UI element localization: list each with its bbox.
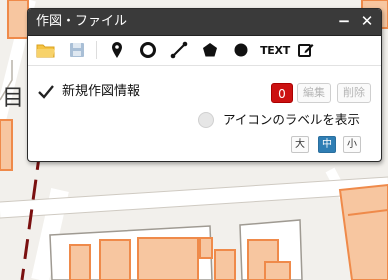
pentagon-icon xyxy=(203,43,217,57)
map-pin-icon xyxy=(112,42,122,58)
size-large-button[interactable]: 大 xyxy=(291,136,309,153)
svg-text:目: 目 xyxy=(2,86,24,111)
drawing-file-window: 作図・ファイル − ✕ TEXT 新規作図情報 0 編集 削除 アイコンのラベル… xyxy=(27,8,382,162)
text-tool-button[interactable]: TEXT xyxy=(259,38,291,62)
window-titlebar[interactable]: 作図・ファイル − ✕ xyxy=(28,9,381,36)
line-tool-button[interactable] xyxy=(167,38,191,62)
polygon-tool-button[interactable] xyxy=(198,38,222,62)
checkmark-icon[interactable] xyxy=(37,83,55,101)
text-tool-label: TEXT xyxy=(260,43,290,57)
folder-icon xyxy=(36,44,55,58)
size-medium-button[interactable]: 中 xyxy=(318,136,336,153)
drawing-toolbar: TEXT xyxy=(28,36,381,66)
toolbar-separator xyxy=(96,41,97,59)
circle-tool-button[interactable] xyxy=(136,38,160,62)
size-small-button[interactable]: 小 xyxy=(343,136,361,153)
edit-tool-button[interactable] xyxy=(294,38,318,62)
drawing-info-row: 新規作図情報 0 編集 削除 xyxy=(28,81,381,107)
window-title: 作図・ファイル xyxy=(36,14,128,29)
floppy-disk-icon xyxy=(70,43,84,57)
dot-tool-button[interactable] xyxy=(229,38,253,62)
item-count-badge: 0 xyxy=(271,83,293,103)
save-button[interactable] xyxy=(64,38,90,62)
show-label-toggle[interactable] xyxy=(198,112,214,128)
minus-icon[interactable]: − xyxy=(335,12,353,30)
label-option-row: アイコンのラベルを表示 xyxy=(28,110,381,132)
drawing-title: 新規作図情報 xyxy=(62,84,141,99)
open-folder-button[interactable] xyxy=(33,38,59,62)
point-tool-button[interactable] xyxy=(105,38,129,62)
show-label-text: アイコンのラベルを表示 xyxy=(223,112,360,127)
edit-button[interactable]: 編集 xyxy=(297,83,331,103)
delete-button[interactable]: 削除 xyxy=(337,83,371,103)
edit-icon xyxy=(298,44,314,57)
circle-icon xyxy=(140,42,156,58)
line-icon xyxy=(170,41,188,59)
filled-circle-icon xyxy=(234,43,248,57)
close-icon[interactable]: ✕ xyxy=(358,12,376,30)
